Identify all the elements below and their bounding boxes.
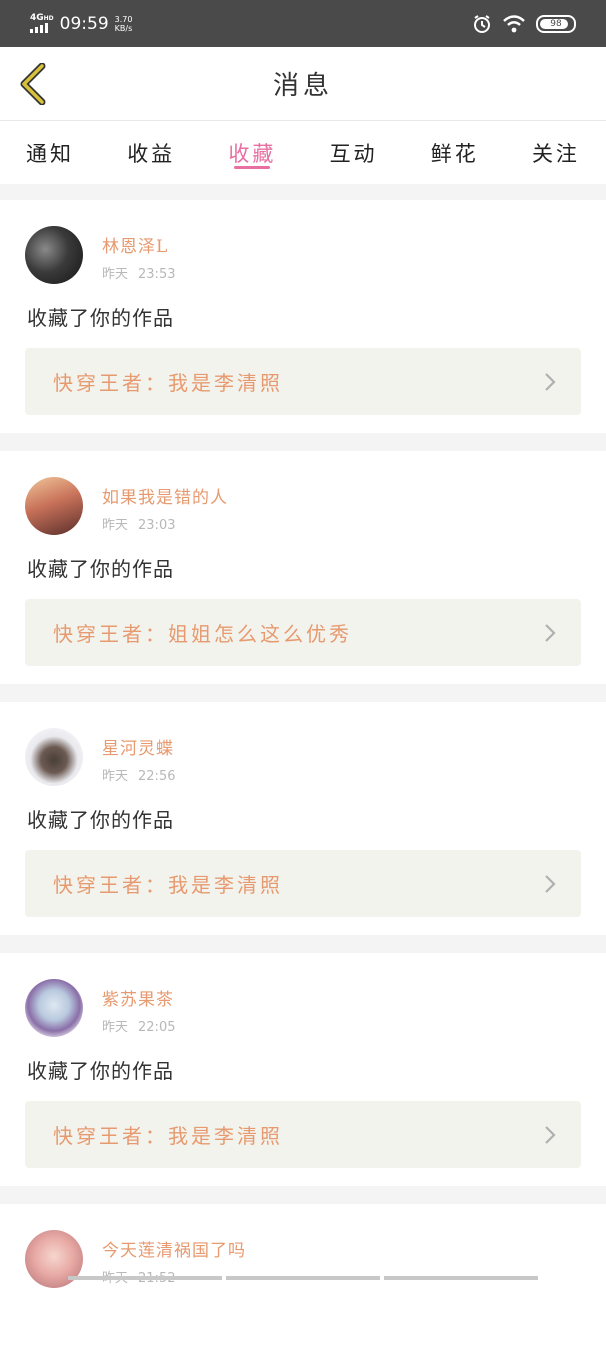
username[interactable]: 如果我是错的人 — [102, 483, 228, 508]
status-bar: 4GHD 09:59 3.70 KB/s 98 — [0, 0, 606, 47]
action-text: 收藏了你的作品 — [27, 557, 174, 581]
clock: 09:59 — [59, 13, 109, 34]
tab-interaction[interactable]: 互动 — [330, 121, 378, 184]
message-item: 如果我是错的人 昨天 23:03 收藏了你的作品 快穿王者：姐姐怎么这么优秀 — [0, 451, 606, 684]
avatar[interactable] — [25, 477, 83, 535]
tab-notice[interactable]: 通知 — [26, 121, 74, 184]
work-title: 快穿王者：我是李清照 — [53, 371, 283, 395]
avatar[interactable] — [25, 979, 83, 1037]
message-item: 星河灵蝶 昨天 22:56 收藏了你的作品 快穿王者：我是李清照 — [0, 702, 606, 935]
action-text: 收藏了你的作品 — [27, 1059, 174, 1083]
chevron-right-icon — [545, 874, 556, 893]
alarm-icon — [474, 14, 490, 33]
header: 消息 — [0, 47, 606, 121]
chevron-right-icon — [545, 623, 556, 642]
message-list: 林恩泽L 昨天 23:53 收藏了你的作品 快穿王者：我是李清照 如果我是错的人 … — [0, 200, 606, 1348]
battery-icon: 98 — [536, 14, 576, 33]
work-link[interactable]: 快穿王者：我是李清照 — [25, 850, 581, 917]
network-speed: 3.70 KB/s — [114, 14, 133, 33]
tab-earnings[interactable]: 收益 — [127, 121, 175, 184]
timestamp: 昨天 22:56 — [102, 769, 176, 784]
work-link[interactable]: 快穿王者：我是李清照 — [25, 1101, 581, 1168]
work-title: 快穿王者：我是李清照 — [53, 873, 283, 897]
action-text: 收藏了你的作品 — [27, 306, 174, 330]
chevron-right-icon — [545, 372, 556, 391]
work-link[interactable]: 快穿王者：我是李清照 — [25, 348, 581, 415]
tab-favorites[interactable]: 收藏 — [228, 121, 276, 184]
work-title: 快穿王者：我是李清照 — [53, 1124, 283, 1148]
timestamp: 昨天 23:03 — [102, 518, 176, 533]
avatar[interactable] — [25, 226, 83, 284]
action-text: 收藏了你的作品 — [27, 808, 174, 832]
wifi-icon — [503, 14, 525, 32]
scroll-indicator — [68, 1276, 538, 1280]
chevron-right-icon — [545, 1125, 556, 1144]
message-item: 紫苏果茶 昨天 22:05 收藏了你的作品 快穿王者：我是李清照 — [0, 953, 606, 1186]
work-link[interactable]: 快穿王者：姐姐怎么这么优秀 — [25, 599, 581, 666]
tab-follow[interactable]: 关注 — [532, 121, 580, 184]
chevron-left-icon[interactable] — [16, 63, 50, 105]
avatar[interactable] — [25, 728, 83, 786]
work-title: 快穿王者：姐姐怎么这么优秀 — [53, 622, 352, 646]
timestamp: 昨天 23:53 — [102, 267, 176, 282]
timestamp: 昨天 22:05 — [102, 1020, 176, 1035]
username[interactable]: 紫苏果茶 — [102, 985, 175, 1010]
tab-bar: 通知 收益 收藏 互动 鲜花 关注 — [0, 121, 606, 184]
username[interactable]: 今天莲清祸国了吗 — [102, 1236, 246, 1261]
signal-indicator: 4GHD — [30, 14, 54, 33]
tab-flowers[interactable]: 鲜花 — [431, 121, 479, 184]
signal-icon — [30, 23, 54, 33]
username[interactable]: 星河灵蝶 — [102, 734, 175, 759]
page-title: 消息 — [272, 71, 333, 101]
username[interactable]: 林恩泽L — [102, 232, 175, 257]
message-item: 林恩泽L 昨天 23:53 收藏了你的作品 快穿王者：我是李清照 — [0, 200, 606, 433]
